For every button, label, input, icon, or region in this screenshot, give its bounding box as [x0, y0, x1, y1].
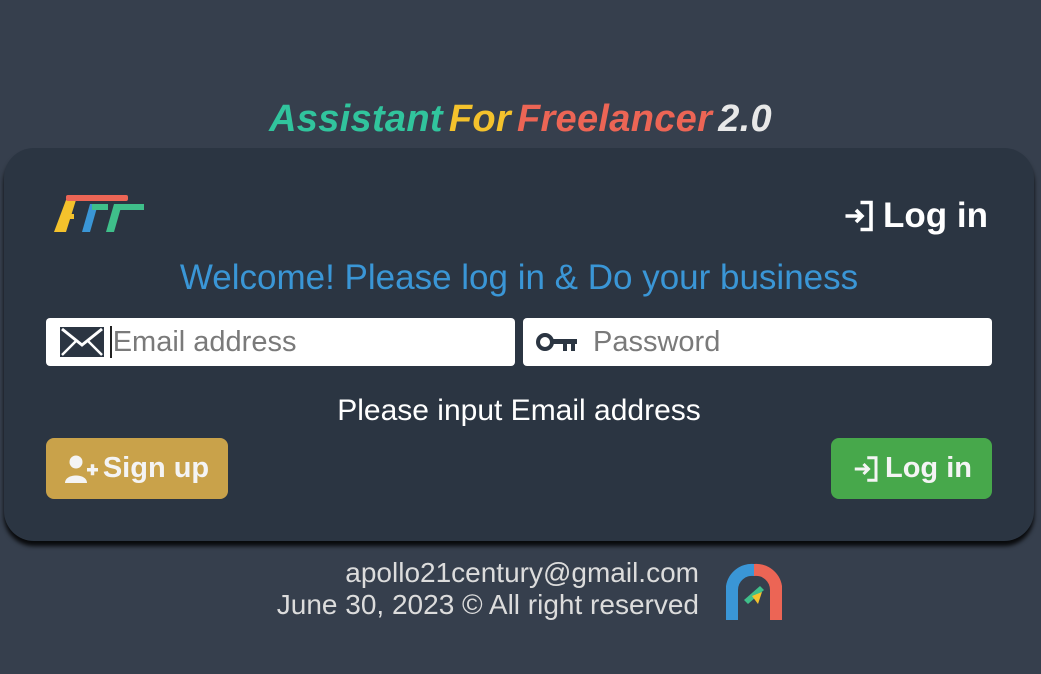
- password-input[interactable]: [593, 325, 992, 359]
- app-title: Assistant For Freelancer 2.0: [0, 98, 1041, 141]
- login-card: Log in Welcome! Please log in & Do your …: [4, 148, 1034, 541]
- login-icon: [845, 200, 873, 232]
- key-icon: [535, 330, 579, 354]
- validation-hint: Please input Email address: [337, 394, 701, 427]
- footer-copyright: June 30, 2023 © All right reserved: [276, 589, 699, 620]
- footer: apollo21century@gmail.com June 30, 2023 …: [277, 557, 699, 621]
- password-field[interactable]: [523, 318, 992, 366]
- email-field[interactable]: [46, 318, 515, 366]
- header-login-label: Log in: [883, 196, 988, 235]
- envelope-icon: [60, 327, 104, 357]
- email-input[interactable]: [112, 325, 515, 359]
- add-user-icon: [64, 455, 98, 483]
- log-in-button[interactable]: Log in: [831, 438, 992, 499]
- title-part-assistant: Assistant: [269, 98, 443, 140]
- footer-email: apollo21century@gmail.com: [345, 557, 699, 588]
- text-cursor: [110, 326, 112, 358]
- aff-logo: [54, 195, 144, 232]
- sign-up-label: Sign up: [102, 452, 210, 484]
- log-in-label: Log in: [885, 452, 972, 484]
- apollo-logo: [726, 563, 782, 620]
- title-part-for: For: [448, 98, 511, 140]
- title-part-version: 2.0: [718, 98, 772, 140]
- title-part-freelancer: Freelancer: [516, 98, 713, 140]
- sign-up-button[interactable]: Sign up: [46, 438, 228, 499]
- welcome-message: Welcome! Please log in & Do your busines…: [179, 258, 859, 297]
- header-login-link[interactable]: Log in: [841, 196, 988, 236]
- login-icon: [854, 455, 878, 482]
